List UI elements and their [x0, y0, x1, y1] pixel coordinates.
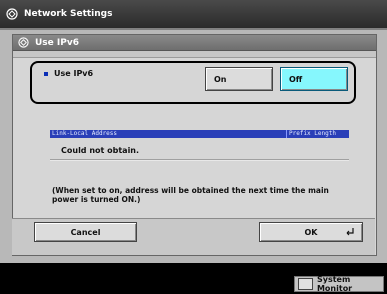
system-monitor-button[interactable]: System Monitor	[294, 275, 384, 293]
address-value: Could not obtain.	[61, 146, 140, 155]
on-button[interactable]: On	[205, 67, 273, 91]
link-local-address-header: Link-Local Address	[52, 130, 118, 137]
monitor-icon	[298, 278, 313, 290]
app-root: Network Settings Use IPv6 Use IPv6 On Of…	[0, 0, 387, 294]
prefix-length-header: Prefix Length	[286, 130, 336, 138]
off-button-label: Off	[289, 74, 303, 84]
network-icon	[18, 37, 29, 48]
bullet-icon	[44, 71, 48, 76]
network-icon	[6, 8, 18, 20]
window-titlebar: Network Settings	[0, 0, 387, 28]
use-ipv6-option-row: Use IPv6 On Off	[30, 61, 356, 104]
dialog-separator	[13, 51, 376, 58]
ok-button[interactable]: OK	[259, 222, 363, 242]
off-button[interactable]: Off	[280, 67, 348, 91]
address-table-header: Link-Local Address Prefix Length	[50, 130, 349, 138]
cancel-button[interactable]: Cancel	[34, 222, 137, 242]
use-ipv6-label: Use IPv6	[44, 69, 93, 78]
on-button-label: On	[214, 74, 227, 84]
enter-icon	[346, 228, 354, 236]
cancel-button-label: Cancel	[70, 227, 101, 237]
window-title: Network Settings	[24, 9, 113, 19]
ok-button-label: OK	[304, 227, 318, 237]
use-ipv6-label-text: Use IPv6	[54, 69, 94, 78]
power-note: (When set to on, address will be obtaine…	[52, 186, 329, 204]
system-monitor-label: System Monitor	[316, 275, 353, 293]
dialog-title: Use IPv6	[35, 37, 79, 48]
address-divider	[50, 159, 349, 161]
dialog-titlebar: Use IPv6	[13, 35, 376, 51]
